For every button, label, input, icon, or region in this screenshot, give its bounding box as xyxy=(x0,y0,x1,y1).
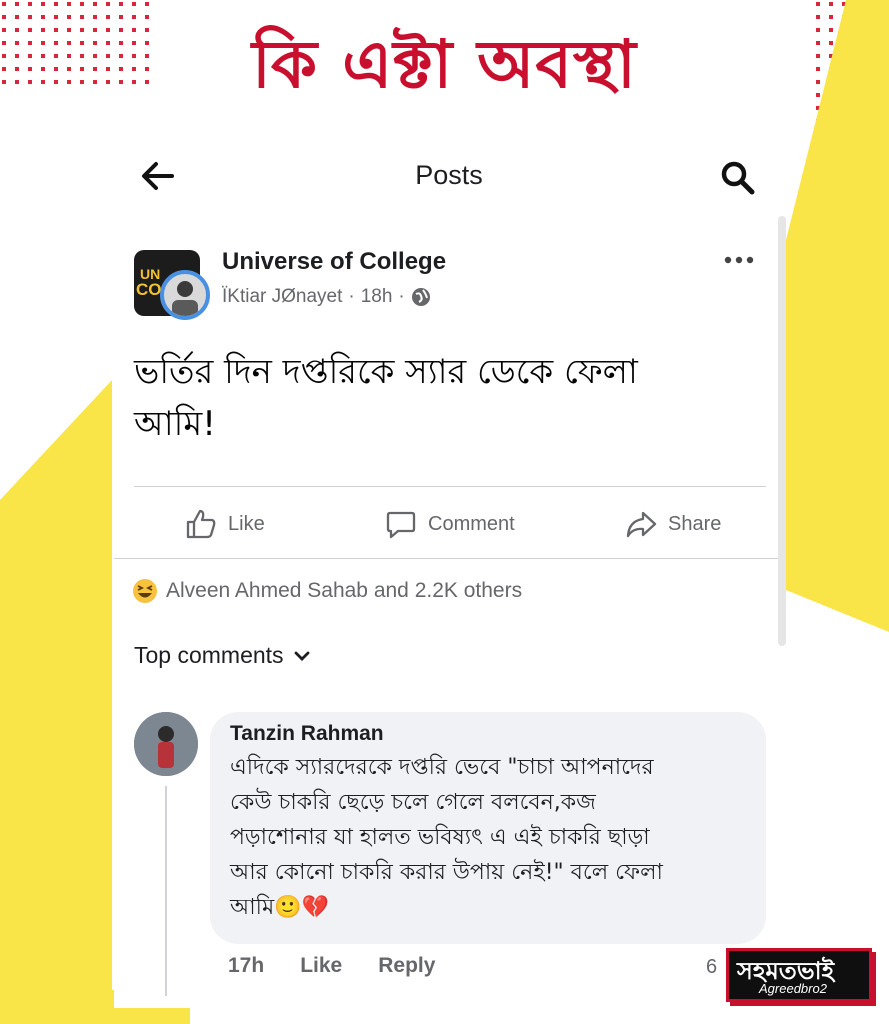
avatar-letters-bottom: CO xyxy=(136,280,162,299)
person-silhouette-icon xyxy=(134,712,198,776)
meta-separator: · xyxy=(348,286,355,307)
comment-reply-button[interactable]: Reply xyxy=(378,954,435,978)
reactions-text: Alveen Ahmed Sahab and 2.2K others xyxy=(166,579,523,602)
comment-reaction-count[interactable]: 6 xyxy=(706,956,717,979)
commenter-name[interactable]: Tanzin Rahman xyxy=(230,722,746,746)
group-name[interactable]: Universe of College xyxy=(222,248,446,276)
share-label: Share xyxy=(668,512,722,535)
post-text-line: আমি! xyxy=(134,404,216,444)
comment-line: এদিকে স্যারদেরকে দপ্তরি ভেবে "চাচা আপনাদ… xyxy=(230,755,654,780)
like-label: Like xyxy=(228,512,265,535)
comment-line: কেউ চাকরি ছেড়ে চলে গেলে বলবেন,কজ xyxy=(230,790,596,815)
comment-label: Comment xyxy=(428,512,515,535)
page-title: Posts xyxy=(415,160,483,190)
meta-separator: · xyxy=(398,286,405,307)
comment-line: আর কোনো চাকরি করার উপায় নেই!" বলে ফেলা xyxy=(230,860,663,885)
watermark-logo: সহমতভাই Agreedbro2 xyxy=(726,948,872,1002)
haha-icon xyxy=(133,579,157,603)
person-silhouette-icon xyxy=(172,281,198,316)
like-button[interactable]: Like xyxy=(184,506,265,542)
like-icon xyxy=(186,509,216,539)
commenter-avatar[interactable] xyxy=(134,712,198,776)
comment-bubble: Tanzin Rahman এদিকে স্যারদেরকে দপ্তরি ভে… xyxy=(210,712,766,944)
scrollbar[interactable] xyxy=(778,216,786,646)
divider xyxy=(114,558,784,559)
reactions-summary[interactable]: Alveen Ahmed Sahab and 2.2K others xyxy=(132,578,522,604)
post-text: ভর্তির দিন দপ্তরিকে স্যার ডেকে ফেলা আমি! xyxy=(134,346,754,450)
comment-time[interactable]: 17h xyxy=(228,954,264,978)
comment-line: আমি🙂💔 xyxy=(230,895,329,920)
watermark-sub: Agreedbro2 xyxy=(759,981,827,996)
comment-text: এদিকে স্যারদেরকে দপ্তরি ভেবে "চাচা আপনাদ… xyxy=(230,750,746,925)
comment-actions: 17h Like Reply xyxy=(228,954,435,978)
author-avatar xyxy=(160,270,210,320)
headline-title: কি এক্টা অবস্থা xyxy=(252,26,637,103)
share-button[interactable]: Share xyxy=(624,506,721,542)
post-text-line: ভর্তির দিন দপ্তরিকে স্যার ডেকে ফেলা xyxy=(134,352,638,392)
comment-like-button[interactable]: Like xyxy=(300,954,342,978)
author-name[interactable]: ÏKtiar JØnayet xyxy=(222,286,342,308)
share-icon xyxy=(626,511,657,538)
post-time[interactable]: 18h xyxy=(361,286,393,308)
chevron-down-icon xyxy=(294,651,309,661)
top-bar: Posts xyxy=(114,148,784,204)
comment-line: পড়াশোনার যা হালত ভবিষ্যৎ এ এই চাকরি ছাড… xyxy=(230,825,650,850)
facebook-post-card: Posts UN CO Universe of College ÏKtiar J… xyxy=(114,128,784,1008)
thread-line xyxy=(165,786,167,996)
more-icon xyxy=(724,256,754,264)
more-options-button[interactable] xyxy=(722,248,756,272)
top-comments-label: Top comments xyxy=(134,642,284,668)
comment-button[interactable]: Comment xyxy=(384,506,515,542)
globe-icon xyxy=(411,288,430,306)
divider xyxy=(134,486,766,487)
top-comments-dropdown[interactable]: Top comments xyxy=(134,642,310,669)
search-icon xyxy=(721,161,755,195)
yellow-shape-left xyxy=(0,380,112,1024)
post-meta: ÏKtiar JØnayet · 18h · xyxy=(222,286,431,308)
comment-icon xyxy=(386,511,416,539)
group-avatar[interactable]: UN CO xyxy=(134,250,212,324)
search-button[interactable] xyxy=(718,158,758,198)
